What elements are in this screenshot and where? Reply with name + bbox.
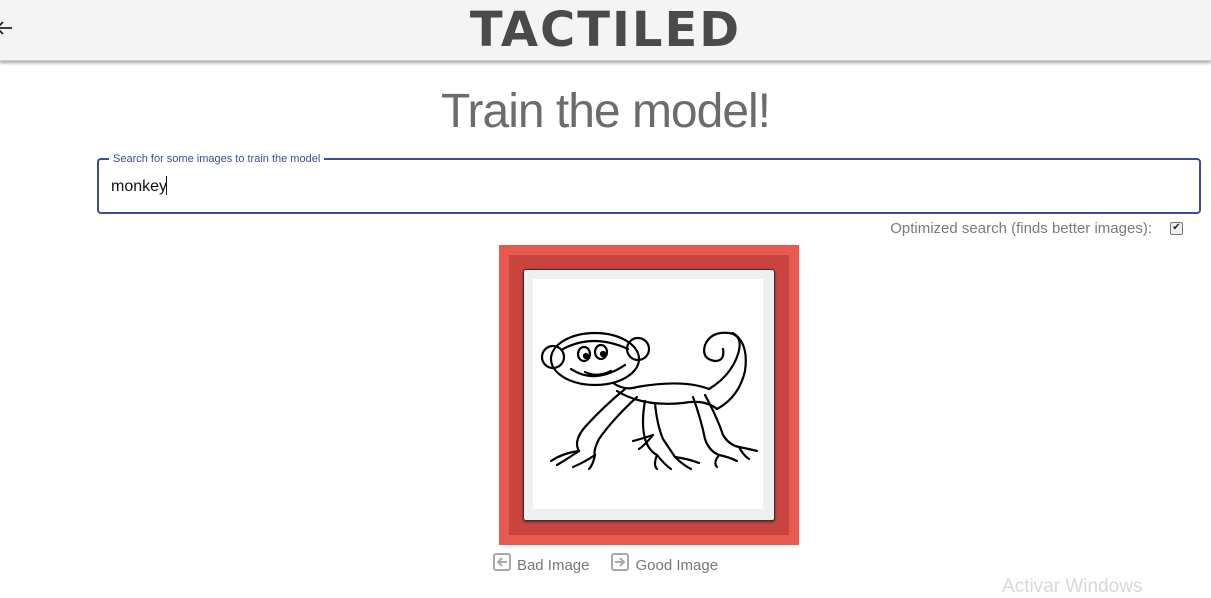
- optimized-search-label: Optimized search (finds better images):: [890, 219, 1152, 237]
- bad-image-label: Bad Image: [516, 556, 590, 574]
- good-image-button[interactable]: Good Image: [611, 553, 719, 574]
- search-label: Search for some images to train the mode…: [109, 152, 325, 166]
- bad-image-button[interactable]: Bad Image: [492, 553, 590, 574]
- image-actions: Bad Image Good Image: [0, 553, 1211, 574]
- monkey-drawing: [540, 331, 759, 471]
- training-image: [533, 279, 763, 509]
- image-card: [499, 245, 799, 545]
- arrow-right-box-icon: [611, 553, 630, 571]
- os-watermark: Activar Windows: [1002, 576, 1143, 597]
- search-input[interactable]: [111, 176, 1171, 198]
- good-image-label: Good Image: [635, 556, 719, 574]
- top-bar: TACTILED: [0, 0, 1211, 61]
- image-frame: [523, 269, 775, 521]
- optimized-search-checkbox[interactable]: ✔: [1170, 221, 1183, 235]
- arrow-left-box-icon: [492, 553, 511, 571]
- search-field: Search for some images to train the mode…: [97, 152, 1201, 214]
- optimized-search-row: Optimized search (finds better images): …: [890, 218, 1183, 238]
- text-caret: [166, 176, 167, 195]
- logo: TACTILED: [469, 2, 742, 58]
- image-card-inner: [509, 255, 789, 535]
- page-title: Train the model!: [440, 85, 771, 138]
